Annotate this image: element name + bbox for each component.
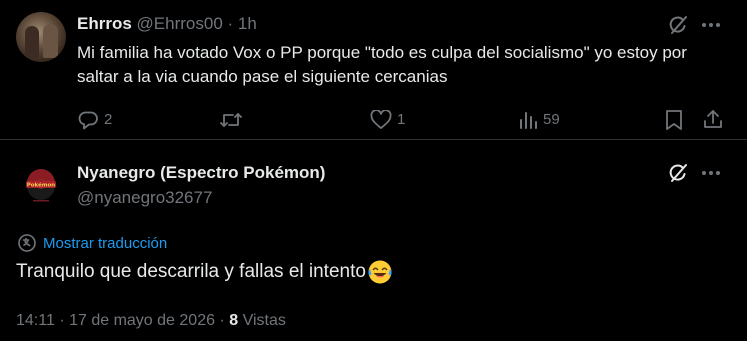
author-handle[interactable]: @nyanegro32677 (77, 187, 212, 209)
author-handle[interactable]: @Ehrros00 (137, 14, 223, 33)
grok-icon[interactable] (667, 14, 689, 36)
views-label: Vistas (242, 312, 286, 329)
like-icon[interactable] (370, 110, 392, 130)
tweet-text: Mi familia ha votado Vox o PP porque "to… (77, 43, 687, 86)
action-bar: 2 1 59 (0, 106, 747, 134)
avatar-figure (25, 26, 39, 58)
views-count: 59 (543, 111, 560, 128)
grok-icon[interactable] (667, 162, 689, 184)
tweet-header: Ehrros @Ehrros00 · 1h (77, 13, 257, 35)
tweet-date[interactable]: 17 de mayo de 2026 (69, 312, 215, 329)
translate-label[interactable]: Mostrar traducción (43, 235, 167, 252)
avatar[interactable]: Pokémon (16, 160, 66, 210)
share-icon[interactable] (702, 108, 724, 130)
time-ago[interactable]: 1h (238, 14, 257, 33)
translate-link[interactable]: Mostrar traducción (17, 233, 167, 253)
tweet-time[interactable]: 14:11 (16, 312, 55, 329)
bookmark-icon[interactable] (665, 109, 683, 131)
like-count: 1 (397, 111, 406, 128)
separator: · (227, 14, 234, 33)
more-icon[interactable] (701, 21, 721, 29)
face-with-tears-of-joy-icon (367, 259, 393, 285)
reply-icon[interactable] (77, 109, 99, 131)
avatar[interactable] (16, 12, 66, 62)
separator: · (219, 312, 225, 329)
avatar-logo-text: Pokémon (27, 182, 56, 189)
views-count: 8 (229, 312, 239, 329)
tweet-text-row: Tranquilo que descarrila y fallas el int… (16, 259, 393, 285)
more-icon[interactable] (701, 169, 721, 177)
avatar-figure (43, 24, 58, 58)
separator: · (59, 312, 65, 329)
retweet-icon[interactable] (219, 109, 243, 131)
views-icon[interactable] (518, 110, 538, 130)
author-name[interactable]: Ehrros (77, 14, 132, 33)
author-name[interactable]: Nyanegro (Espectro Pokémon) (77, 162, 325, 184)
reply-count: 2 (104, 111, 113, 128)
parent-tweet[interactable]: Ehrros @Ehrros00 · 1h Mi familia ha vota… (0, 0, 747, 140)
tweet-meta: 14:11 · 17 de mayo de 2026 · 8 Vistas (16, 310, 286, 332)
tweet-text: Tranquilo que descarrila y fallas el int… (16, 261, 366, 282)
translate-icon (17, 233, 37, 253)
